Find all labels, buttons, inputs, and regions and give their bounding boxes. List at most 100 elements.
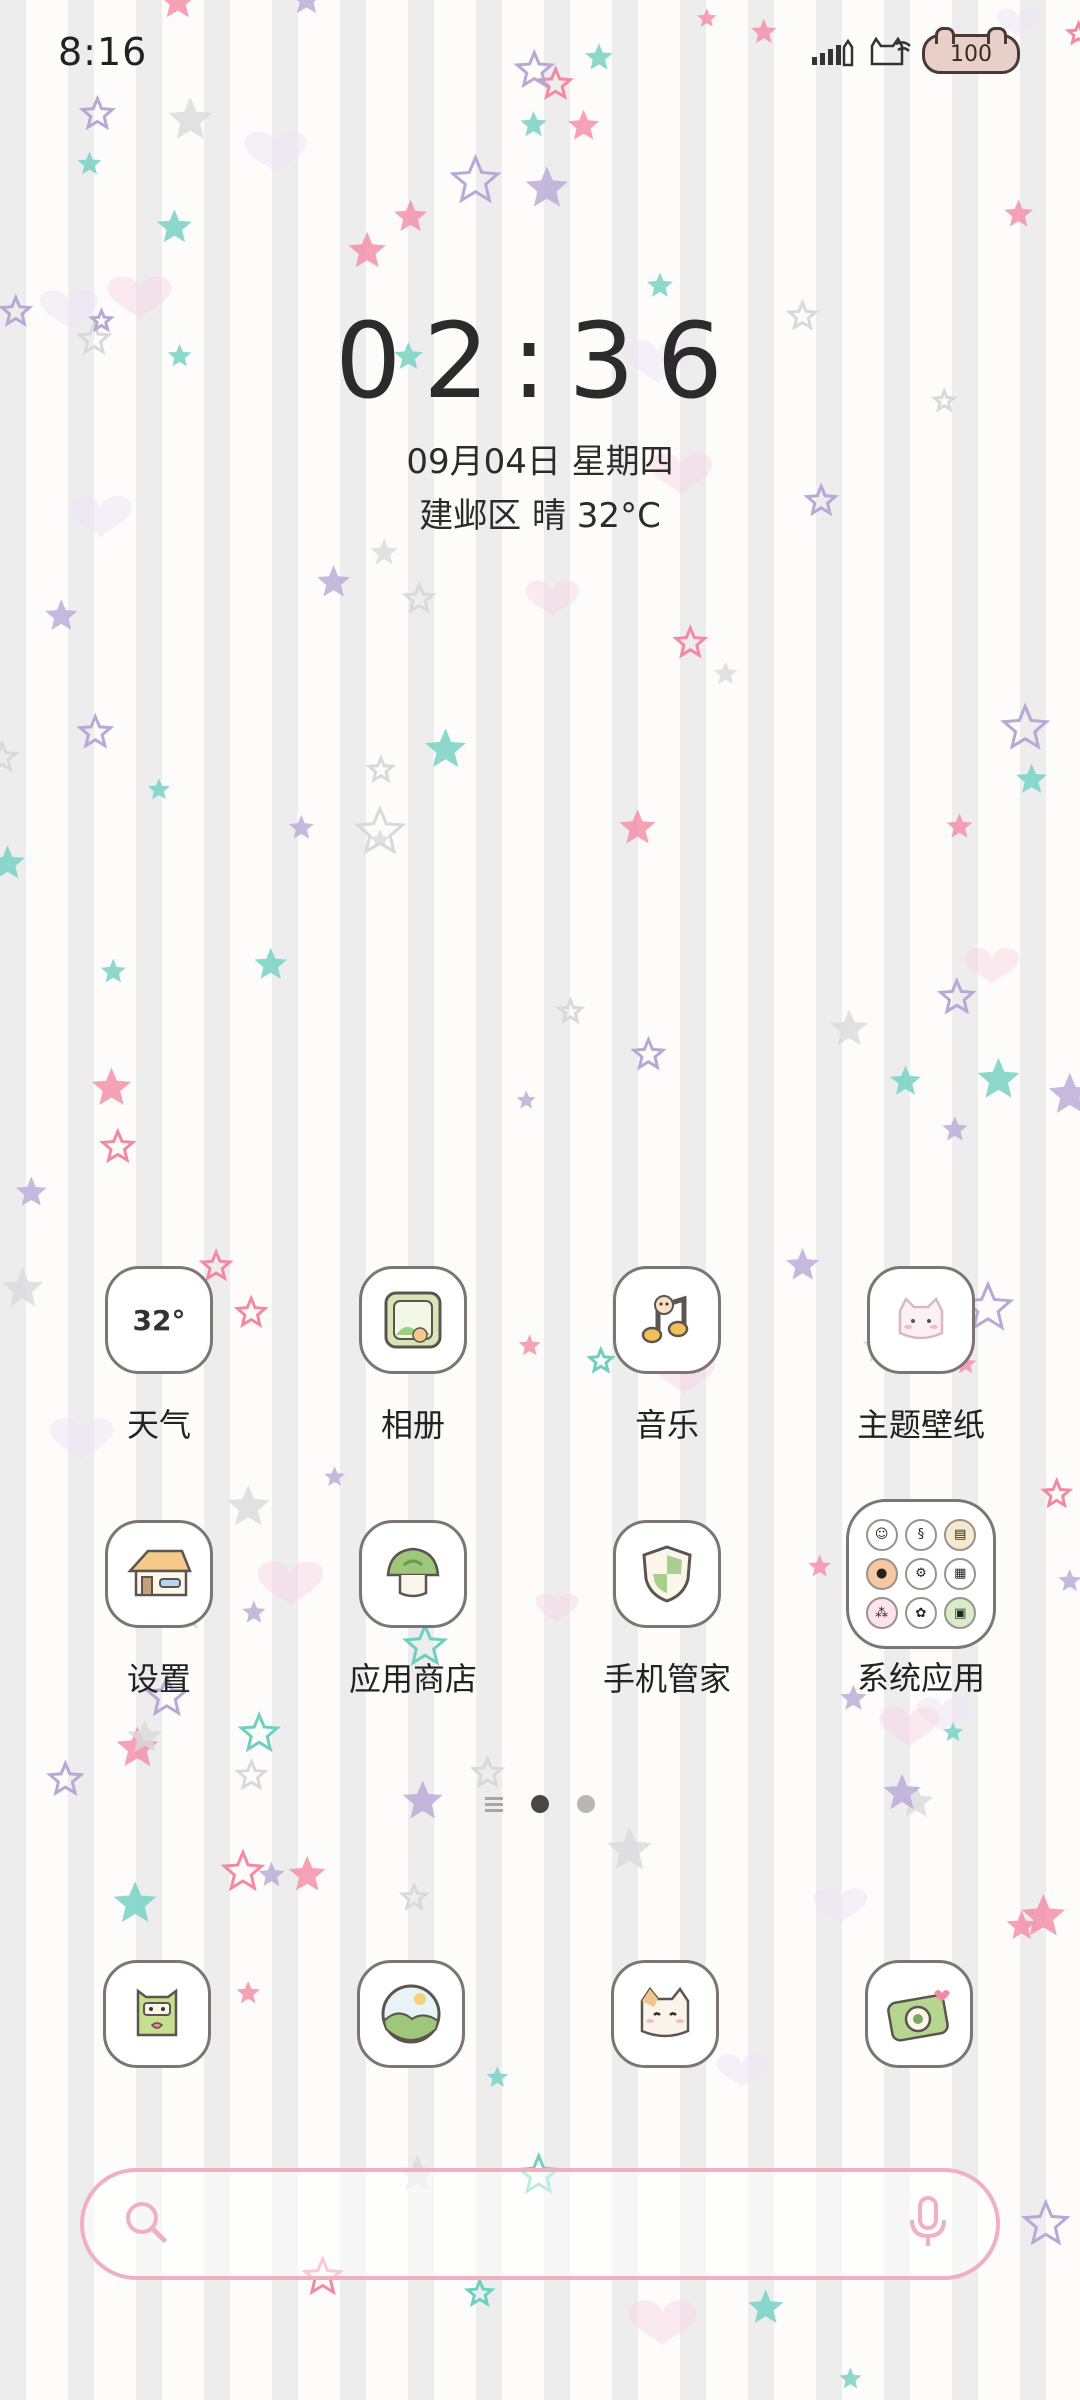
- wallpaper-star: [76, 712, 115, 749]
- app-phone-manager[interactable]: 手机管家: [557, 1520, 777, 1700]
- wallpaper-star: [15, 1176, 47, 1206]
- wallpaper-star: [348, 231, 386, 268]
- wallpaper-star: [100, 958, 126, 983]
- app-label: 天气: [126, 1406, 191, 1444]
- wallpaper-star: [830, 1009, 868, 1046]
- folder-app-icon: ⚙: [904, 1557, 937, 1590]
- clock-time[interactable]: 02:36: [0, 300, 1080, 422]
- search-icon[interactable]: [120, 2196, 172, 2252]
- wallpaper-star: [713, 661, 738, 684]
- wallpaper-star: [398, 1881, 430, 1912]
- app-weather[interactable]: 32° 天气: [49, 1266, 269, 1446]
- battery-icon: 100: [922, 27, 1020, 74]
- wallpaper-star: [1048, 1072, 1080, 1113]
- weather-icon[interactable]: 32°: [105, 1266, 213, 1374]
- wallpaper-star: [78, 94, 117, 131]
- status-bar-icons: 100: [810, 27, 1020, 78]
- wallpaper-star: [946, 813, 973, 838]
- wallpaper-star: [567, 109, 600, 140]
- wallpaper-star: [288, 1855, 326, 1891]
- messages-cat-icon[interactable]: [611, 1960, 719, 2068]
- wallpaper-star: [748, 2289, 784, 2323]
- wallpaper-star: [394, 199, 427, 232]
- wallpaper-star: [1064, 19, 1080, 46]
- wallpaper-star: [91, 1067, 132, 1105]
- wallpaper-star: [2, 1267, 44, 1307]
- wallpaper-star: [1040, 1476, 1074, 1509]
- search-bar[interactable]: [80, 2168, 1000, 2280]
- battery-level: 100: [950, 41, 992, 67]
- page-indicator[interactable]: [0, 1795, 1080, 1813]
- wallpaper-star: [237, 1711, 281, 1753]
- themes-icon[interactable]: [867, 1266, 975, 1374]
- app-store[interactable]: 应用商店: [303, 1520, 523, 1700]
- app-store-icon[interactable]: [359, 1520, 467, 1628]
- wallpaper-star: [365, 754, 397, 784]
- wallpaper-heart: [879, 1706, 940, 1748]
- app-themes[interactable]: 主题壁纸: [811, 1266, 1031, 1446]
- wallpaper-star: [46, 1759, 85, 1797]
- folder-app-icon: ●: [865, 1557, 898, 1590]
- folder-app-icon: ▦: [944, 1557, 977, 1590]
- music-icon[interactable]: [613, 1266, 721, 1374]
- app-music[interactable]: 音乐: [557, 1266, 777, 1446]
- phone-frog-icon[interactable]: [103, 1960, 211, 2068]
- wallpaper-star: [1000, 702, 1051, 750]
- page-dot[interactable]: [577, 1795, 595, 1813]
- settings-house-icon[interactable]: [105, 1520, 213, 1628]
- wallpaper-star: [317, 565, 351, 597]
- wallpaper-star: [254, 947, 287, 979]
- status-bar-time: 8:16: [58, 30, 148, 74]
- app-settings[interactable]: 设置: [49, 1520, 269, 1700]
- wallpaper-star: [0, 739, 20, 773]
- folder-app-icon: ▣: [944, 1597, 977, 1630]
- folder-app-icon: ✿: [904, 1597, 937, 1630]
- wallpaper-star: [236, 1981, 260, 2004]
- wallpaper-star: [1058, 1569, 1080, 1592]
- app-system-folder[interactable]: ☺ § ▤ ● ⚙ ▦ ⁂ ✿ ▣ 系统应用: [811, 1499, 1031, 1699]
- weather-icon-temp: 32°: [132, 1303, 186, 1337]
- wallpaper-star: [98, 1127, 137, 1164]
- system-apps-folder-icon[interactable]: ☺ § ▤ ● ⚙ ▦ ⁂ ✿ ▣: [846, 1499, 996, 1649]
- page-dot-active[interactable]: [531, 1795, 549, 1813]
- wallpaper-star: [463, 2277, 496, 2308]
- wallpaper-star: [516, 1090, 536, 1109]
- app-label: 音乐: [634, 1406, 699, 1444]
- wallpaper-star: [936, 976, 977, 1015]
- app-label: 主题壁纸: [856, 1406, 985, 1444]
- folder-app-icon: ▤: [944, 1518, 977, 1551]
- wallpaper-star: [370, 538, 398, 565]
- wallpaper-star: [525, 166, 569, 207]
- wallpaper-star: [520, 111, 547, 137]
- wallpaper-star: [234, 1757, 269, 1791]
- camera-icon[interactable]: [865, 1960, 973, 2068]
- wallpaper-star: [45, 599, 78, 630]
- clock-date: 09月04日 星期四: [406, 442, 674, 482]
- wallpaper-star: [607, 1826, 652, 1870]
- phone-manager-shield-icon[interactable]: [613, 1520, 721, 1628]
- wallpaper-star: [220, 1848, 266, 1892]
- wallpaper-heart: [716, 2054, 767, 2089]
- folder-app-icon: ☺: [865, 1518, 898, 1551]
- wallpaper-star: [168, 97, 213, 139]
- clock-weather[interactable]: 建邺区 晴 32°C: [0, 488, 1080, 537]
- wallpaper-star: [0, 845, 25, 879]
- gallery-icon[interactable]: [359, 1266, 467, 1374]
- wallpaper-star: [585, 43, 613, 70]
- app-label: 设置: [126, 1660, 191, 1698]
- wallpaper-heart: [628, 2300, 697, 2347]
- wallpaper-star: [288, 814, 314, 839]
- wallpaper-star: [619, 809, 656, 844]
- wallpaper-heart: [813, 1888, 868, 1925]
- folder-app-icon: §: [904, 1518, 937, 1551]
- microphone-icon[interactable]: [904, 2194, 952, 2254]
- wallpaper-star: [449, 153, 502, 204]
- app-label: 手机管家: [602, 1660, 731, 1698]
- page-menu-icon[interactable]: [485, 1796, 503, 1812]
- wallpaper-star: [401, 580, 437, 614]
- app-gallery[interactable]: 相册: [303, 1266, 523, 1446]
- wallpaper-star: [1016, 763, 1047, 793]
- wallpaper-star: [890, 1065, 921, 1095]
- browser-landscape-icon[interactable]: [357, 1960, 465, 2068]
- wallpaper-star: [751, 18, 777, 44]
